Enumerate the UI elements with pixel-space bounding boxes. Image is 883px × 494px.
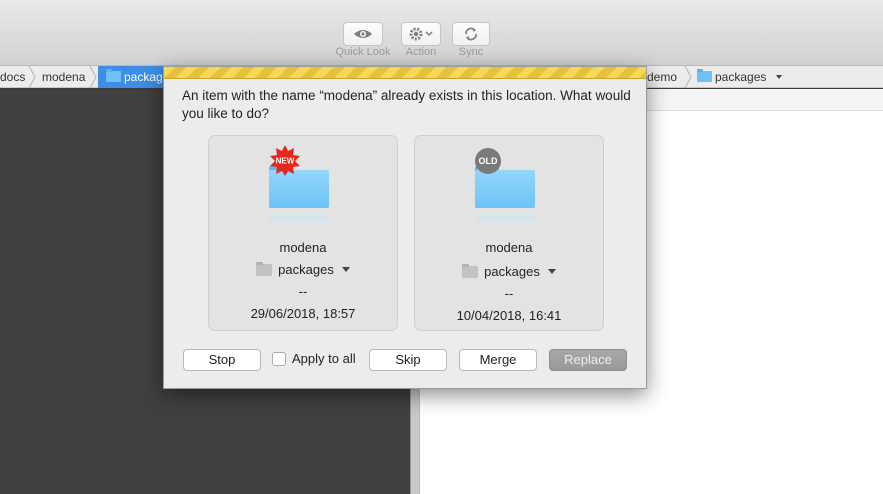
- warning-stripe: [164, 67, 646, 79]
- breadcrumb-docs[interactable]: docs: [0, 66, 25, 88]
- dropdown-arrow-icon: [341, 267, 350, 272]
- apply-to-all-checkbox[interactable]: Apply to all: [272, 351, 356, 366]
- old-item-location-label: packages: [484, 264, 540, 279]
- left-path-bar: docs modena packag: [0, 66, 164, 88]
- new-item-size: --: [298, 284, 308, 299]
- old-item-card: modena packages -- 10/04/2018, 16:41: [414, 135, 604, 331]
- breadcrumb-packages-selected[interactable]: packag: [98, 66, 164, 88]
- breadcrumb-packages-label: packag: [124, 70, 163, 84]
- quick-look-label: Quick Look: [335, 46, 391, 58]
- breadcrumb-modena[interactable]: modena: [42, 66, 85, 88]
- old-item-name: modena: [485, 240, 533, 255]
- folder-icon: [256, 261, 273, 276]
- toolbar: Quick Look Action Sync: [0, 0, 883, 66]
- folder-icon: [697, 69, 712, 82]
- stop-button[interactable]: Stop: [183, 349, 261, 371]
- replace-dialog: An item with the name “modena” already e…: [163, 66, 647, 389]
- dropdown-arrow-icon: [547, 269, 556, 274]
- skip-button[interactable]: Skip: [369, 349, 447, 371]
- breadcrumb-packages[interactable]: packages: [697, 66, 782, 88]
- old-item-size: --: [504, 286, 514, 301]
- new-badge-label: NEW: [276, 157, 295, 166]
- eye-icon: [354, 30, 372, 38]
- folder-icon: [462, 263, 479, 278]
- apply-to-all-label: Apply to all: [292, 351, 356, 366]
- old-item-date: 10/04/2018, 16:41: [456, 308, 562, 323]
- action-button[interactable]: [401, 22, 441, 46]
- old-item-location[interactable]: packages: [415, 263, 603, 279]
- replace-button[interactable]: Replace: [549, 349, 627, 371]
- old-badge-icon: OLD: [475, 148, 501, 174]
- new-item-date: 29/06/2018, 18:57: [250, 306, 356, 321]
- breadcrumb-demo[interactable]: demo: [647, 66, 677, 88]
- sync-icon: [465, 27, 477, 41]
- action-label: Action: [405, 46, 437, 58]
- new-item-name: modena: [279, 240, 327, 255]
- merge-button[interactable]: Merge: [459, 349, 537, 371]
- chevron-right-icon: [28, 66, 36, 88]
- gear-icon: [409, 27, 433, 41]
- chevron-right-icon: [89, 66, 97, 88]
- sync-label: Sync: [458, 46, 484, 58]
- folder-icon: [106, 69, 121, 82]
- folder-reflection: [269, 216, 329, 224]
- new-badge-icon: NEW: [270, 145, 300, 176]
- chevron-right-icon: [684, 66, 692, 88]
- dropdown-arrow-icon: [775, 75, 782, 79]
- folder-reflection: [475, 216, 535, 224]
- breadcrumb-packages-label: packages: [715, 70, 767, 84]
- sync-button[interactable]: [452, 22, 490, 46]
- quick-look-button[interactable]: [343, 22, 383, 46]
- new-item-location-label: packages: [278, 262, 334, 277]
- checkbox-box[interactable]: [272, 351, 286, 366]
- new-item-card: NEW modena packages -- 29/06/2018, 18:57: [208, 135, 398, 331]
- right-path-bar: demo packages: [647, 66, 883, 88]
- new-item-location[interactable]: packages: [209, 261, 397, 277]
- dialog-message: An item with the name “modena” already e…: [182, 88, 631, 121]
